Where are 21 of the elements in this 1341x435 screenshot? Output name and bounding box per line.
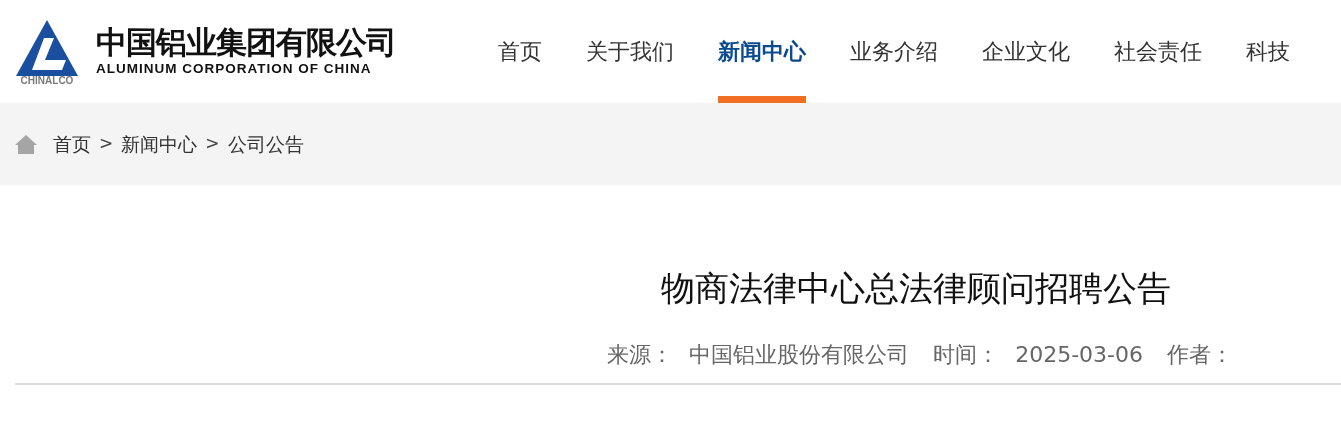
nav-link[interactable]: 业务介绍 <box>850 0 938 103</box>
home-icon[interactable] <box>15 134 37 154</box>
meta-label: 时间： <box>933 341 1000 369</box>
breadcrumb-link[interactable]: 新闻中心 <box>121 129 198 159</box>
breadcrumb-link[interactable]: 首页 <box>53 129 91 159</box>
meta-label: 作者： <box>1167 341 1233 369</box>
breadcrumb-separator: > <box>99 132 114 156</box>
nav-link[interactable]: 科技 <box>1246 0 1290 103</box>
meta-value: 中国铝业股份有限公司 <box>689 341 910 369</box>
company-name: 中国铝业集团有限公司 <box>96 27 396 59</box>
company-english-name: ALUMINUM CORPORATION OF CHINA <box>96 62 373 76</box>
article-title: 物商法律中心总法律顾问招聘公告 <box>659 267 1172 310</box>
nav-link[interactable]: 首页 <box>498 0 542 103</box>
nav-link[interactable]: 企业文化 <box>982 0 1070 103</box>
meta-value: 2025-03-06 <box>1015 341 1143 369</box>
nav-link[interactable]: 社会责任 <box>1114 0 1202 103</box>
logo-abbreviation: CHINALCO <box>20 75 74 86</box>
breadcrumb-separator: > <box>205 132 220 156</box>
meta-label: 来源： <box>607 341 674 369</box>
breadcrumb-link[interactable]: 公司公告 <box>227 129 304 159</box>
nav-link[interactable]: 关于我们 <box>586 0 674 103</box>
